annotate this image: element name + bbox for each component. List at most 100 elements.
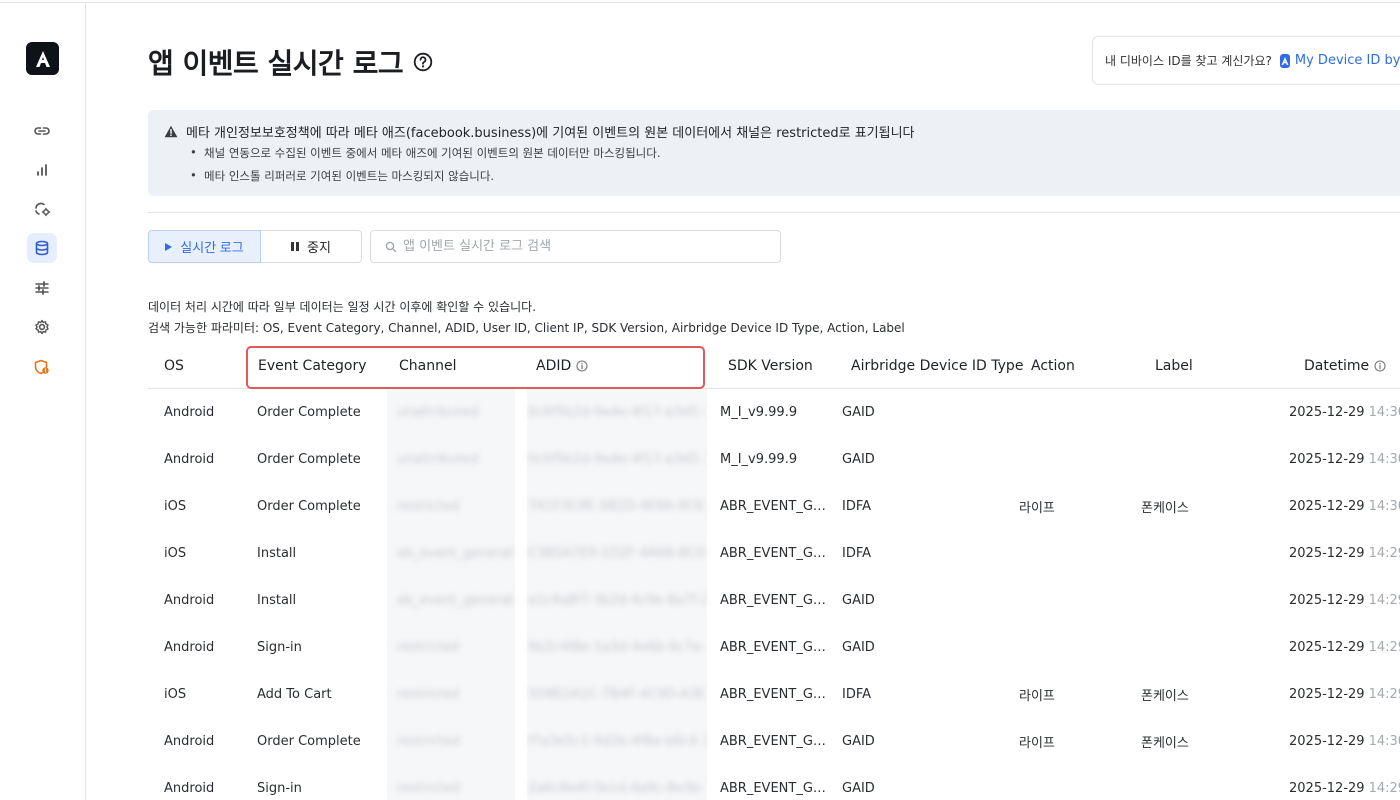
sync-settings-icon xyxy=(35,202,51,217)
cell-action xyxy=(1019,765,1139,800)
sliders-icon xyxy=(35,281,49,295)
sidebar-item-privacy[interactable] xyxy=(27,352,57,382)
play-icon xyxy=(165,242,173,251)
column-header-datetime: Datetime xyxy=(1304,358,1386,374)
cell-device-id-type: IDFA xyxy=(842,687,872,702)
top-border xyxy=(0,2,1400,3)
highlight-box xyxy=(246,346,705,389)
sidebar-item-raw-data[interactable] xyxy=(27,233,57,263)
help-icon[interactable] xyxy=(413,52,433,72)
cell-event-category: Order Complete xyxy=(257,452,361,467)
cell-os: Android xyxy=(164,405,215,420)
cell-device-id-type: GAID xyxy=(842,405,875,420)
sidebar-item-controls[interactable] xyxy=(27,273,57,303)
section-divider xyxy=(148,212,1400,213)
airbridge-mini-logo-icon xyxy=(1279,53,1290,68)
page-title: 앱 이벤트 실시간 로그 xyxy=(148,47,404,80)
sidebar-item-reports[interactable] xyxy=(27,155,57,185)
my-device-id-link[interactable]: My Device ID by Airbridge xyxy=(1295,53,1400,68)
cell-datetime: 2025-12-2914:30:01 xyxy=(1289,499,1400,514)
cell-label xyxy=(1141,624,1261,671)
cell-event-category: Install xyxy=(257,593,297,608)
cell-datetime: 2025-12-2914:29:58 xyxy=(1289,546,1400,561)
table-row[interactable]: Android Order Complete unattributed 0c6f5b2… xyxy=(0,389,1400,436)
cell-device-id-type: GAID xyxy=(842,593,875,608)
cell-sdk-version: ABR_EVENT_GENERATOR xyxy=(720,593,830,608)
cell-channel: restricted xyxy=(397,640,460,655)
search-box xyxy=(370,230,781,263)
cell-channel: unattributed xyxy=(397,452,479,467)
live-log-label: 실시간 로그 xyxy=(180,240,244,255)
logo-a-icon xyxy=(35,50,50,67)
cell-action xyxy=(1019,624,1139,671)
table-row[interactable]: Android Sign-in restricted 2a6c8e4f-5b1d-4a… xyxy=(0,765,1400,800)
cell-os: Android xyxy=(164,640,215,655)
cell-os: iOS xyxy=(164,499,187,514)
info-icon[interactable] xyxy=(1374,360,1386,372)
cell-channel: restricted xyxy=(397,734,460,749)
table-row[interactable]: iOS Install ab_event_generator C3B5A7E9-1D2… xyxy=(0,530,1400,577)
cell-datetime: 2025-12-2914:30:05 xyxy=(1289,452,1400,467)
column-header-os: OS xyxy=(164,358,184,374)
cell-device-id-type: IDFA xyxy=(842,499,872,514)
cell-os: Android xyxy=(164,781,215,796)
column-header-sdk-version: SDK Version xyxy=(728,358,813,374)
sidebar-item-settings[interactable] xyxy=(27,312,57,342)
cell-sdk-version: ABR_EVENT_GENERATOR xyxy=(720,640,830,655)
table-row[interactable]: Android Sign-in restricted 9b2c4f8e-1a3d-4e… xyxy=(0,624,1400,671)
notice-bullet: 메타 인스톨 리퍼러로 기여된 이벤트는 마스킹되지 않습니다. xyxy=(190,168,494,184)
cell-os: Android xyxy=(164,452,215,467)
cell-channel: ab_event_generator xyxy=(397,593,515,608)
cell-datetime: 2025-12-2914:29:50 xyxy=(1289,640,1400,655)
cell-action: 라이프 xyxy=(1019,736,1055,751)
bar-chart-icon xyxy=(37,164,47,176)
search-input[interactable] xyxy=(403,239,763,254)
cell-channel: restricted xyxy=(397,781,460,796)
table-row[interactable]: Android Install ab_event_generator e1c4a8f7… xyxy=(0,577,1400,624)
cell-event-category: Add To Cart xyxy=(257,687,332,702)
live-log-button[interactable]: 실시간 로그 xyxy=(148,230,261,263)
sidebar-item-links[interactable] xyxy=(27,116,57,146)
cell-label: 폰케이스 xyxy=(1141,501,1189,516)
sidebar-item-integrations[interactable] xyxy=(27,194,57,224)
device-id-finder: 내 디바이스 ID를 찾고 계신가요? My Device ID by Airb… xyxy=(1092,36,1400,85)
cell-sdk-version: M_I_v9.99.9 xyxy=(720,405,798,420)
cell-datetime: 2025-12-2914:30:03 xyxy=(1289,734,1400,749)
column-header-device-id-type: Airbridge Device ID Type xyxy=(851,358,1024,374)
table-row[interactable]: Android Order Complete unattributed 0c6f5b2… xyxy=(0,436,1400,483)
live-log-toggle: 실시간 로그 중지 xyxy=(148,230,362,263)
airbridge-logo[interactable] xyxy=(26,42,59,75)
cell-os: Android xyxy=(164,593,215,608)
device-id-prompt: 내 디바이스 ID를 찾고 계신가요? xyxy=(1105,54,1272,68)
cell-action: 라이프 xyxy=(1019,689,1055,704)
table-row[interactable]: Android Order Complete restricted f7a3e5c1-… xyxy=(0,718,1400,765)
cell-adid: C3B5A7E9-1D2F-4A6B-8C0E-9F1A xyxy=(528,546,706,561)
gear-icon xyxy=(35,319,49,335)
cell-device-id-type: IDFA xyxy=(842,546,872,561)
cell-adid: 9b2c4f8e-1a3d-4e6b-9c7a-3f5d xyxy=(528,640,706,655)
cell-os: iOS xyxy=(164,687,187,702)
cell-sdk-version: ABR_EVENT_GENERATOR xyxy=(720,734,830,749)
cell-adid: 0c6f5b2d-9a4e-4f17-a3d5-1b8e xyxy=(528,405,706,420)
link-icon xyxy=(34,127,50,135)
cell-action xyxy=(1019,577,1139,624)
cell-channel: restricted xyxy=(397,687,460,702)
cell-sdk-version: ABR_EVENT_GENERATOR xyxy=(720,781,830,796)
cell-event-category: Sign-in xyxy=(257,640,302,655)
cell-action xyxy=(1019,436,1139,483)
cell-device-id-type: GAID xyxy=(842,781,875,796)
cell-label xyxy=(1141,436,1261,483)
table-row[interactable]: iOS Add To Cart restricted 5D8E2A1C-7B4F-4C… xyxy=(0,671,1400,718)
cell-action xyxy=(1019,389,1139,436)
cell-os: Android xyxy=(164,734,215,749)
notice-headline: 메타 개인정보보호정책에 따라 메타 애즈(facebook.business)… xyxy=(186,126,915,141)
cell-sdk-version: ABR_EVENT_GENERATOR xyxy=(720,546,830,561)
searchable-params-info: 검색 가능한 파라미터: OS, Event Category, Channel… xyxy=(148,321,905,335)
cell-sdk-version: ABR_EVENT_GENERATOR xyxy=(720,499,830,514)
notice-bullet: 채널 연동으로 수집된 이벤트 중에서 메타 애즈에 기여된 이벤트의 원본 데… xyxy=(190,145,660,161)
cell-action: 라이프 xyxy=(1019,501,1055,516)
stop-button[interactable]: 중지 xyxy=(261,230,362,263)
stop-label: 중지 xyxy=(307,240,331,255)
cell-adid: 5D8E2A1C-7B4F-4C9D-A3E6-8B1F xyxy=(528,687,706,702)
table-row[interactable]: iOS Order Complete restricted 7A1F3C9E-5B2D… xyxy=(0,483,1400,530)
